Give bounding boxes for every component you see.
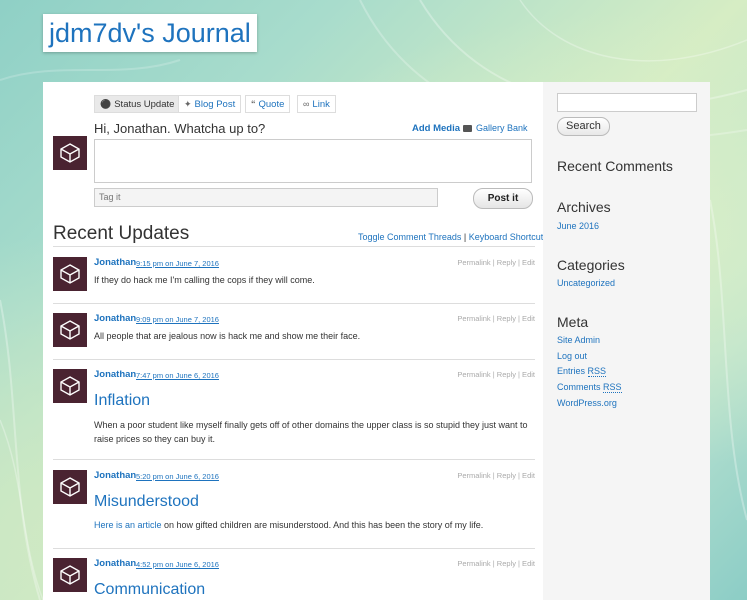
gallery-bank-label: Gallery Bank [476,123,528,133]
entry-timestamp[interactable]: 9:09 pm on June 7, 2016 [136,315,219,324]
entry-actions[interactable]: Permalink | Reply | Edit [457,258,535,267]
divider [53,303,535,304]
entry-text: All people that are jealous now is hack … [94,331,361,341]
article-link[interactable]: Here is an article [94,520,162,530]
entry-title[interactable]: Inflation [94,392,150,410]
archive-link-june-2016[interactable]: June 2016 [557,221,599,231]
add-media-link[interactable]: Add Media [412,123,460,134]
avatar[interactable] [53,313,87,347]
tab-label: Status Update [114,99,175,110]
comments-label: Comments [557,382,604,392]
greeting: Hi, Jonathan. Whatcha up to? [94,121,266,136]
site-admin-link[interactable]: Site Admin [557,335,600,345]
entry-timestamp[interactable]: 7:47 pm on June 6, 2016 [136,371,219,380]
person-icon: ⚫ [100,99,112,109]
avatar-cube-icon [60,320,80,340]
entry-text: When a poor student like myself finally … [94,420,528,444]
divider [53,359,535,360]
list-item: Jonathan 9:09 pm on June 7, 2016 Permali… [53,311,535,361]
entry-actions[interactable]: Permalink | Reply | Edit [457,370,535,379]
tab-label: Link [312,99,330,110]
sidebar: Search Recent Comments Archives June 201… [543,82,710,600]
link-separator: | [463,232,467,242]
divider [53,459,535,460]
entry-text: Here is an article on how gifted childre… [94,518,534,532]
avatar[interactable] [53,136,87,170]
recent-updates-heading: Recent Updates [53,223,190,244]
toggle-comment-threads-link[interactable]: Toggle Comment Threads [358,232,461,242]
post-it-button[interactable]: Post it [473,188,533,209]
rss-abbr: RSS [587,366,607,377]
keyboard-shortcuts-link[interactable]: Keyboard Shortcuts [469,232,548,242]
list-item: Jonathan 9:15 pm on June 7, 2016 Permali… [53,255,535,305]
rss-abbr: RSS [603,382,622,393]
avatar[interactable] [53,558,87,592]
tab-quote[interactable]: “Quote [245,95,291,113]
tab-blog-post[interactable]: ✦ Blog Post [178,95,242,113]
entry-text: If they do hack me I'm calling the cops … [94,275,315,285]
link-icon: ∞ [303,99,310,109]
entry-author[interactable]: Jonathan [94,470,136,481]
tab-label: Blog Post [194,99,236,110]
entry-actions[interactable]: Permalink | Reply | Edit [457,559,535,568]
divider [53,246,535,247]
entry-author[interactable]: Jonathan [94,313,136,324]
list-item: Jonathan 7:47 pm on June 6, 2016 Permali… [53,367,535,457]
tab-label: Quote [258,99,285,110]
search-button[interactable]: Search [557,117,610,136]
site-title[interactable]: jdm7dv's Journal [43,14,257,52]
archives-heading: Archives [557,199,611,215]
recent-comments-heading: Recent Comments [557,158,673,174]
avatar[interactable] [53,369,87,403]
tab-link[interactable]: ∞ Link [297,95,336,113]
entry-timestamp[interactable]: 4:52 pm on June 6, 2016 [136,560,219,569]
pin-icon: ✦ [184,99,192,109]
quote-icon: “ [251,99,256,109]
log-out-link[interactable]: Log out [557,351,587,361]
search-input[interactable] [557,93,697,112]
comments-rss-link[interactable]: Comments RSS [557,382,622,393]
entry-actions[interactable]: Permalink | Reply | Edit [457,314,535,323]
divider [53,548,535,549]
avatar-cube-icon [60,565,80,585]
tag-input[interactable]: Tag it [94,188,438,207]
entry-actions[interactable]: Permalink | Reply | Edit [457,471,535,480]
post-textarea[interactable] [94,139,532,183]
entry-author[interactable]: Jonathan [94,558,136,569]
entry-title[interactable]: Misunderstood [94,493,199,511]
category-link-uncategorized[interactable]: Uncategorized [557,278,615,288]
entry-title[interactable]: Communication [94,581,205,599]
avatar[interactable] [53,257,87,291]
entry-timestamp[interactable]: 5:20 pm on June 6, 2016 [136,472,219,481]
entries-label: Entries [557,366,588,376]
avatar-cube-icon [60,376,80,396]
avatar[interactable] [53,470,87,504]
entry-timestamp[interactable]: 9:15 pm on June 7, 2016 [136,259,219,268]
camera-icon [463,125,472,132]
list-item: Jonathan 5:20 pm on June 6, 2016 Permali… [53,468,535,548]
categories-heading: Categories [557,257,625,273]
tab-status-update[interactable]: ⚫ Status Update [94,95,181,113]
gallery-bank-link[interactable]: Gallery Bank [463,123,528,133]
entries-rss-link[interactable]: Entries RSS [557,366,607,377]
avatar-cube-icon [60,143,80,163]
avatar-cube-icon [60,477,80,497]
entry-author[interactable]: Jonathan [94,257,136,268]
recent-updates-links: Toggle Comment Threads | Keyboard Shortc… [358,232,548,242]
avatar-cube-icon [60,264,80,284]
list-item: Jonathan 4:52 pm on June 6, 2016 Permali… [53,556,535,600]
wordpress-org-link[interactable]: WordPress.org [557,398,617,408]
entry-author[interactable]: Jonathan [94,369,136,380]
entry-text-body: on how gifted children are misunderstood… [161,520,484,530]
meta-heading: Meta [557,314,589,330]
main-page: ⚫ Status Update ✦ Blog Post “Quote ∞ Link H… [43,82,710,600]
